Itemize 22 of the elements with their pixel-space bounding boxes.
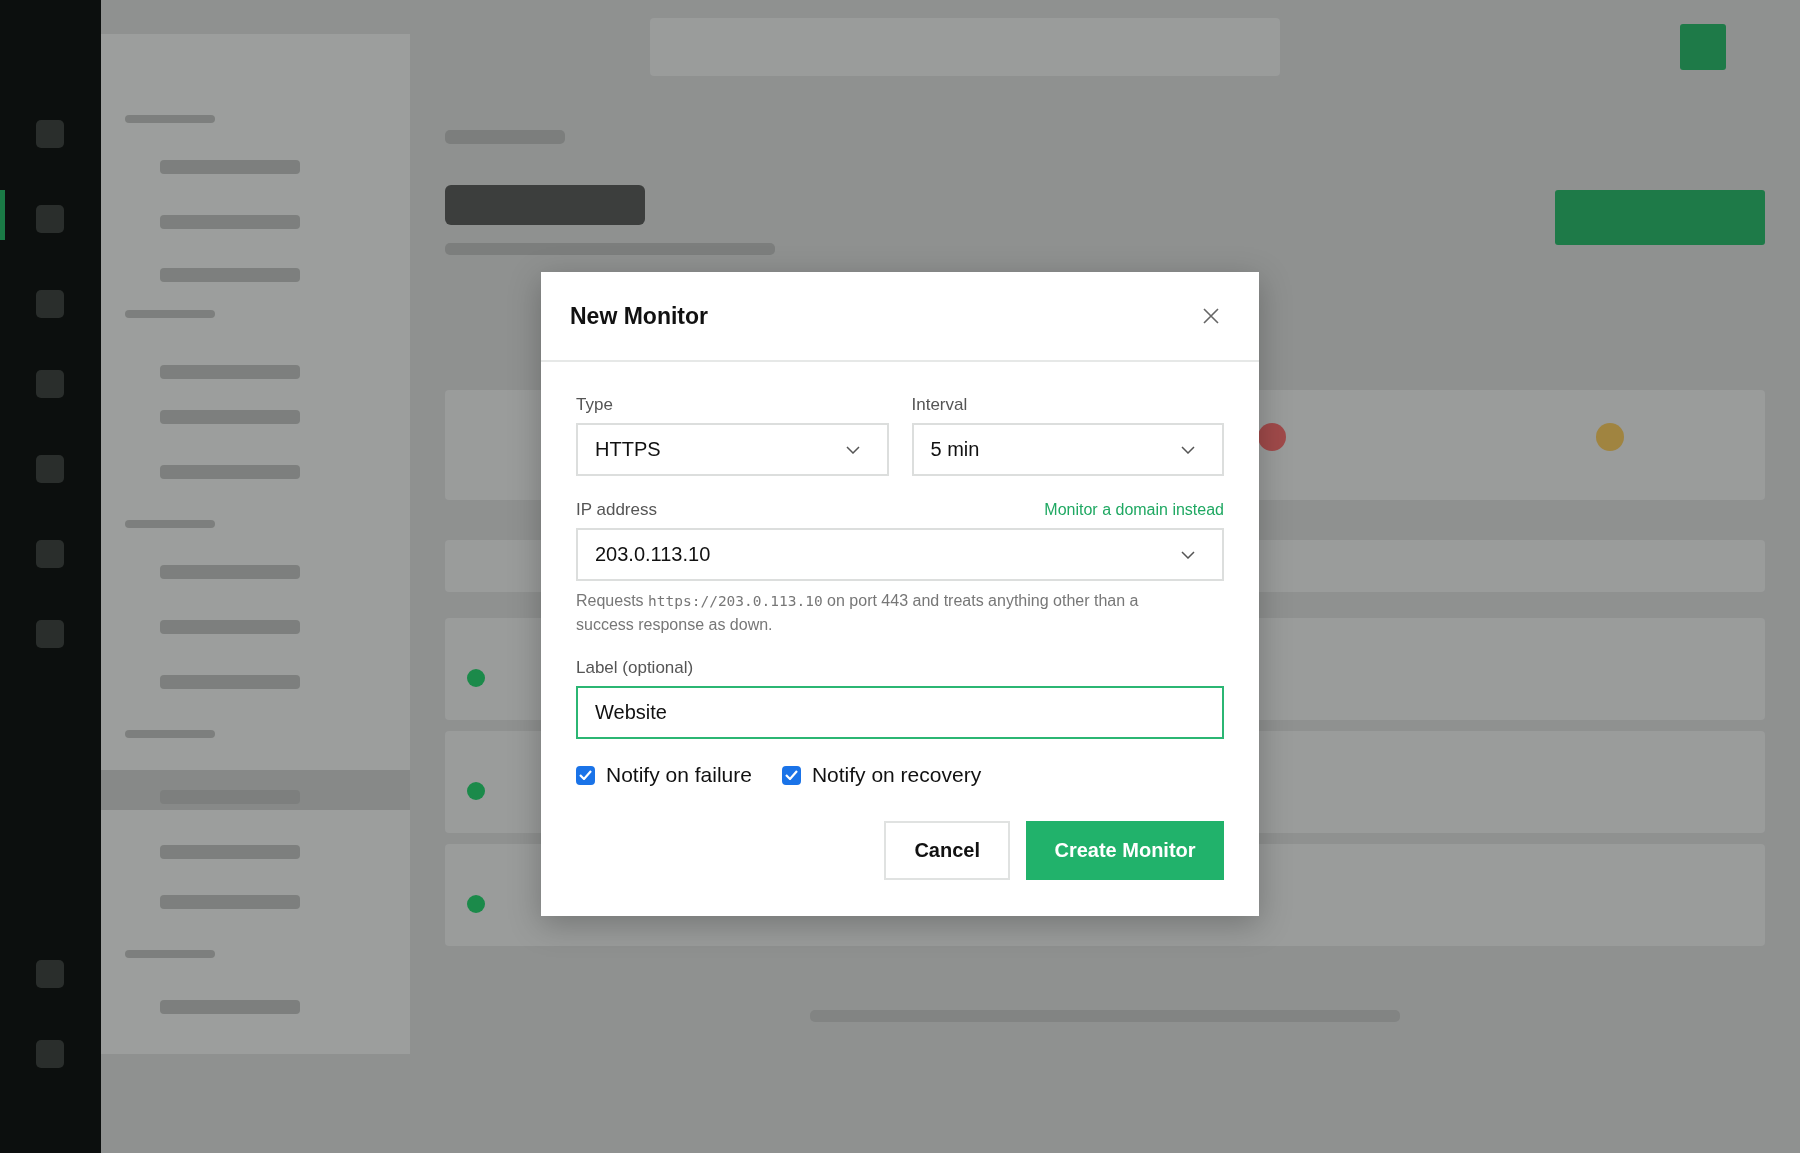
close-icon [1202,307,1220,325]
chevron-down-icon [1181,550,1195,559]
field-label: Label (optional) [576,658,695,678]
type-select[interactable]: HTTPS [576,423,889,476]
helper-text: Requests https://203.0.113.10 on port 443 and treats anything other than a success response as down. [576,591,1140,635]
status-dot [467,782,485,800]
ip-address-select[interactable]: 203.0.113.10 [576,528,1224,581]
field-label: IP address [576,500,657,520]
status-dot [467,669,485,687]
checkbox[interactable] [781,765,801,785]
notify-checkbox[interactable]: Notify on recovery [781,763,982,787]
cancel-button[interactable]: Cancel [884,821,1010,880]
interval-select[interactable]: 5 min [911,423,1224,476]
field-label: Interval [911,395,969,415]
field-label: Type [576,395,614,415]
chevron-down-icon [1181,445,1195,454]
chevron-down-icon [845,445,860,454]
label-field[interactable]: Website [576,686,1224,739]
checkbox[interactable] [576,765,595,785]
dialog-title: New Monitor [570,302,708,330]
status-dot [467,895,485,913]
notify-checkbox[interactable]: Notify on failure [576,763,752,787]
